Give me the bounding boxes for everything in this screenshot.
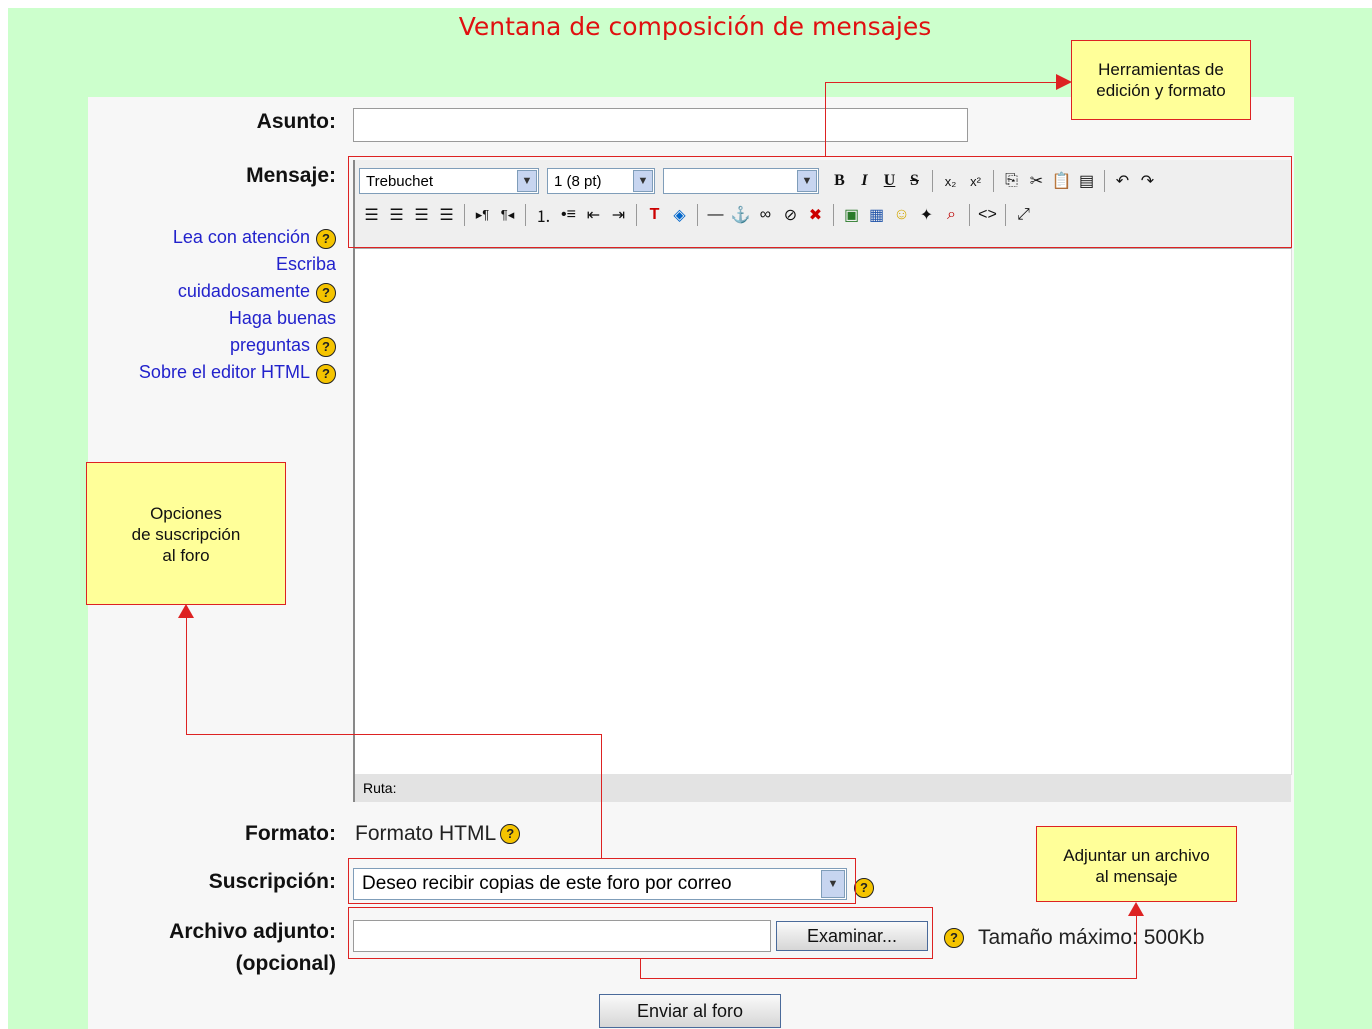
connector-line [186, 734, 602, 735]
html-editor: Trebuchet ▼ 1 (8 pt) ▼ ▼ B I U S x₂ x² ⎘ ✂… [353, 160, 1292, 802]
connector-line [825, 82, 826, 157]
connector-line [186, 616, 187, 734]
help-icon[interactable]: ? [316, 228, 336, 249]
callout-subscription-options: Opciones de suscripción al foro [86, 462, 286, 605]
help-icon[interactable]: ? [316, 336, 336, 357]
format-label: Formato: [245, 822, 336, 845]
editor-path-bar: Ruta: [355, 774, 1291, 802]
max-size-text: Tamaño máximo: 500Kb [978, 926, 1205, 949]
editor-content-area[interactable] [355, 248, 1292, 775]
attachment-highlight [348, 907, 933, 959]
connector-line [825, 82, 1059, 83]
callout-attach-file: Adjuntar un archivo al mensaje [1036, 826, 1237, 902]
connector-line [1136, 912, 1137, 979]
help-link-good-questions[interactable]: Haga buenas [229, 308, 336, 328]
help-link-good-questions-2[interactable]: preguntas [230, 335, 310, 355]
path-label: Ruta: [363, 780, 397, 796]
attachment-label: Archivo adjunto: [169, 920, 336, 943]
subject-label: Asunto: [256, 110, 336, 133]
toolbar-highlight [348, 156, 1292, 248]
arrow-up-icon [178, 604, 194, 618]
help-link-write-carefully[interactable]: Escriba [276, 254, 336, 274]
help-icon[interactable]: ? [500, 824, 521, 845]
message-label: Mensaje: [246, 164, 336, 187]
subscription-highlight [348, 858, 856, 904]
help-icon[interactable]: ? [944, 928, 964, 948]
format-value: Formato HTML [355, 822, 497, 845]
help-icon[interactable]: ? [316, 363, 336, 384]
help-links: Lea con atención? Escriba cuidadosamente… [96, 224, 336, 386]
help-link-write-carefully-2[interactable]: cuidadosamente [178, 281, 310, 301]
page-title: Ventana de composición de mensajes [458, 12, 932, 41]
subject-input[interactable] [353, 108, 968, 142]
help-icon[interactable]: ? [316, 282, 336, 303]
arrow-right-icon [1056, 74, 1072, 90]
attachment-label-optional: (opcional) [235, 952, 336, 975]
help-icon[interactable]: ? [854, 878, 874, 898]
callout-editing-tools: Herramientas de edición y formato [1071, 40, 1251, 120]
help-link-html-editor[interactable]: Sobre el editor HTML [139, 362, 310, 382]
connector-line [601, 734, 602, 858]
subscription-label: Suscripción: [208, 870, 336, 893]
format-value-row: Formato HTML? [355, 822, 521, 846]
connector-line [640, 978, 1137, 979]
help-link-read-carefully[interactable]: Lea con atención [173, 227, 310, 247]
arrow-up-icon [1128, 902, 1144, 916]
connector-line [640, 959, 641, 979]
submit-button[interactable]: Enviar al foro [599, 994, 781, 1028]
